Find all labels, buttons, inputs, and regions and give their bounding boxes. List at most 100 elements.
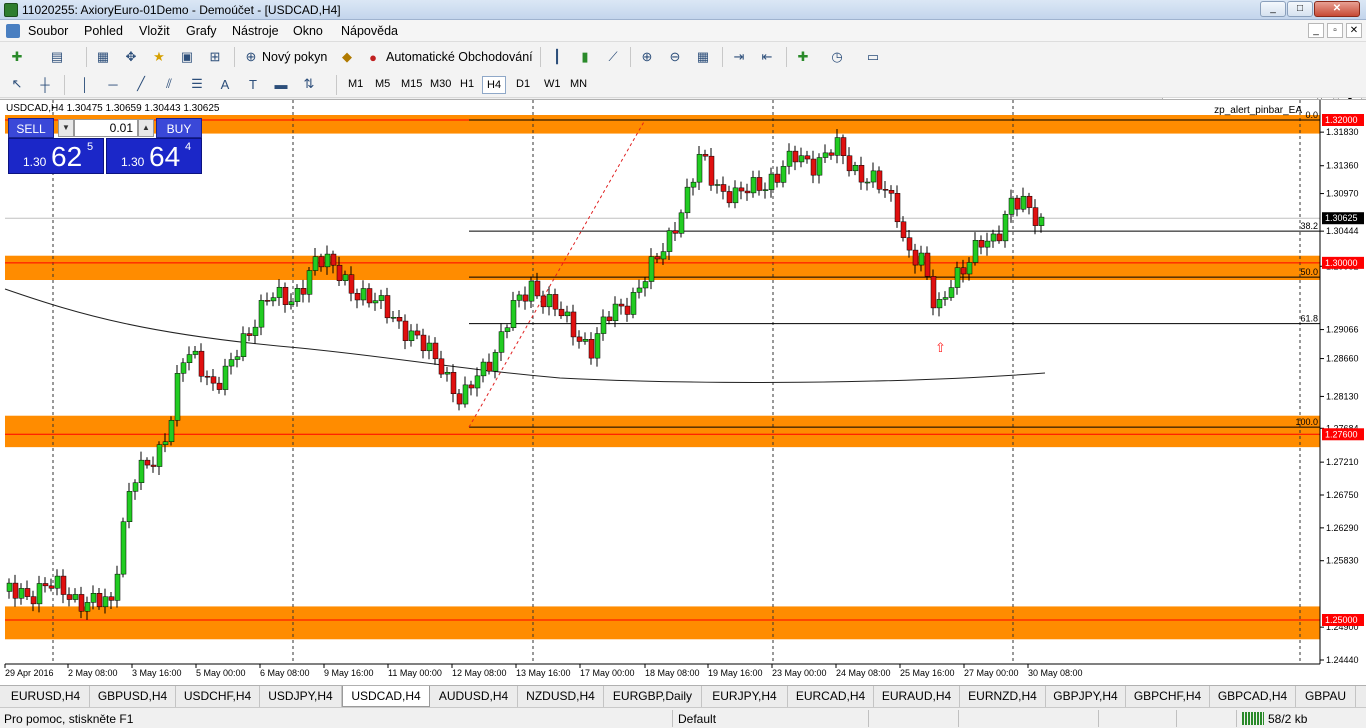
autoscroll-icon[interactable]: ⇥ xyxy=(730,48,748,66)
timeframe-m1[interactable]: M1 xyxy=(344,76,367,94)
timeframe-m5[interactable]: M5 xyxy=(371,76,394,94)
autotrading-icon[interactable]: ● xyxy=(364,48,382,66)
menu-view[interactable]: Pohled xyxy=(84,24,123,38)
more-shapes-icon[interactable]: ⇅ xyxy=(300,75,318,93)
close-button[interactable]: ✕ xyxy=(1314,1,1360,17)
cursor-icon[interactable]: ↖ xyxy=(8,75,26,93)
horizontal-line-icon[interactable]: ─ xyxy=(104,75,122,93)
candle-body xyxy=(996,233,1003,242)
candle-body xyxy=(384,295,391,319)
fibonacci-level-label: 100.0 xyxy=(1295,417,1318,427)
mdi-close-button[interactable]: ✕ xyxy=(1346,23,1362,38)
trendline-icon[interactable]: ╱ xyxy=(132,75,150,93)
mdi-minimize-button[interactable]: _ xyxy=(1308,23,1324,38)
timeframe-h1[interactable]: H1 xyxy=(456,76,478,94)
connection-icon[interactable] xyxy=(1242,712,1264,725)
timeframe-mn[interactable]: MN xyxy=(566,76,591,94)
candlestick-icon[interactable]: ▮ xyxy=(576,48,594,66)
candle-body xyxy=(300,288,307,295)
buy-button[interactable]: BUY xyxy=(156,118,202,138)
status-connection[interactable]: 58/2 kb xyxy=(1268,712,1307,726)
timeframe-d1[interactable]: D1 xyxy=(512,76,534,94)
bar-chart-icon[interactable]: ┃ xyxy=(548,48,566,66)
buy-price-pips: 64 xyxy=(149,141,181,172)
candle-body xyxy=(126,491,133,522)
chart-tab[interactable]: GBPCHF,H4 xyxy=(1126,686,1210,707)
status-profile[interactable]: Default xyxy=(678,712,716,726)
menu-window[interactable]: Okno xyxy=(293,24,323,38)
profiles-icon[interactable]: ▤ xyxy=(48,48,66,66)
chart-tab[interactable]: GBPCAD,H4 xyxy=(1210,686,1296,707)
lot-size-input[interactable]: 0.01 xyxy=(74,119,138,137)
data-window-icon[interactable]: ✥ xyxy=(122,48,140,66)
sell-price-prefix: 1.30 xyxy=(23,155,47,169)
candle-body xyxy=(972,240,979,263)
new-order-icon[interactable]: ⊕ xyxy=(242,48,260,66)
autotrading-button[interactable]: Automatické Obchodování xyxy=(386,50,533,64)
menu-charts[interactable]: Grafy xyxy=(186,24,217,38)
menu-file[interactable]: Soubor xyxy=(28,24,68,38)
lot-decrease-button[interactable]: ▼ xyxy=(58,119,74,137)
timeframe-m15[interactable]: M15 xyxy=(397,76,426,94)
channel-icon[interactable]: ⫽ xyxy=(160,75,178,93)
chart-tab[interactable]: EURGBP,Daily xyxy=(604,686,702,707)
buy-price-box[interactable]: 1.30 64 4 xyxy=(106,138,202,174)
timeframe-w1[interactable]: W1 xyxy=(540,76,565,94)
lot-increase-button[interactable]: ▲ xyxy=(138,119,154,137)
price-chart[interactable]: 0.038.250.061.8100.0⇧1.318301.313601.309… xyxy=(0,100,1366,686)
zoom-out-icon[interactable]: ⊖ xyxy=(666,48,684,66)
candle-body xyxy=(510,300,517,328)
text-label-icon[interactable]: T xyxy=(244,75,262,93)
sell-price-fraction: 5 xyxy=(87,141,94,153)
menu-tools[interactable]: Nástroje xyxy=(232,24,279,38)
chart-tab[interactable]: USDJPY,H4 xyxy=(260,686,342,707)
candle-body xyxy=(738,187,745,192)
maximize-button[interactable]: □ xyxy=(1287,1,1313,17)
chart-tab[interactable]: EURCAD,H4 xyxy=(788,686,874,707)
menu-insert[interactable]: Vložit xyxy=(139,24,170,38)
candle-body xyxy=(282,286,289,305)
line-chart-icon[interactable]: ⟋ xyxy=(604,48,622,66)
chart-tab[interactable]: EURNZD,H4 xyxy=(960,686,1046,707)
menu-help[interactable]: Nápověda xyxy=(341,24,398,38)
sell-button[interactable]: SELL xyxy=(8,118,54,138)
market-watch-icon[interactable]: ▦ xyxy=(94,48,112,66)
chart-tab[interactable]: GBPUSD,H4 xyxy=(90,686,176,707)
minimize-button[interactable]: _ xyxy=(1260,1,1286,17)
timeframe-h4[interactable]: H4 xyxy=(482,76,507,94)
zoom-in-icon[interactable]: ⊕ xyxy=(638,48,656,66)
candle-body xyxy=(462,384,469,405)
chart-tab[interactable]: USDCAD,H4 xyxy=(342,686,430,707)
new-chart-icon[interactable]: ✚ xyxy=(8,48,26,66)
chart-tab[interactable]: EURUSD,H4 xyxy=(2,686,90,707)
periods-icon[interactable]: ◷ xyxy=(828,48,846,66)
chart-tab[interactable]: USDCHF,H4 xyxy=(176,686,260,707)
chart-shift-icon[interactable]: ⇤ xyxy=(758,48,776,66)
candle-body xyxy=(588,339,595,359)
sell-price-box[interactable]: 1.30 62 5 xyxy=(8,138,104,174)
arrow-shapes-icon[interactable]: ▬ xyxy=(272,75,290,93)
chart-tab[interactable]: EURJPY,H4 xyxy=(702,686,788,707)
fibonacci-icon[interactable]: ☰ xyxy=(188,75,206,93)
chart-tab[interactable]: GBPJPY,H4 xyxy=(1046,686,1126,707)
metaeditor-icon[interactable]: ◆ xyxy=(338,48,356,66)
timeframe-m30[interactable]: M30 xyxy=(426,76,455,94)
chart-window[interactable]: 0.0 38.2 50.0 61.8 100.0 ⇧ 1.31830 1.31360 1.309… xyxy=(0,99,1366,686)
terminal-icon[interactable]: ▣ xyxy=(178,48,196,66)
vertical-line-icon[interactable]: │ xyxy=(76,75,94,93)
chart-tab[interactable]: AUDUSD,H4 xyxy=(430,686,518,707)
indicators-icon[interactable]: ✚ xyxy=(794,48,812,66)
templates-icon[interactable]: ▭ xyxy=(864,48,882,66)
strategy-tester-icon[interactable]: ⊞ xyxy=(206,48,224,66)
chart-tab[interactable]: GBPAU xyxy=(1296,686,1356,707)
tile-windows-icon[interactable]: ▦ xyxy=(694,48,712,66)
navigator-icon[interactable]: ★ xyxy=(150,48,168,66)
chart-tab[interactable]: EURAUD,H4 xyxy=(874,686,960,707)
chart-tab[interactable]: NZDUSD,H4 xyxy=(518,686,604,707)
text-icon[interactable]: A xyxy=(216,75,234,93)
new-order-button[interactable]: Nový pokyn xyxy=(262,50,327,64)
crosshair-icon[interactable]: ┼ xyxy=(36,75,54,93)
mdi-restore-button[interactable]: ▫ xyxy=(1327,23,1343,38)
candle-body xyxy=(246,333,253,336)
candle-body xyxy=(606,316,613,321)
